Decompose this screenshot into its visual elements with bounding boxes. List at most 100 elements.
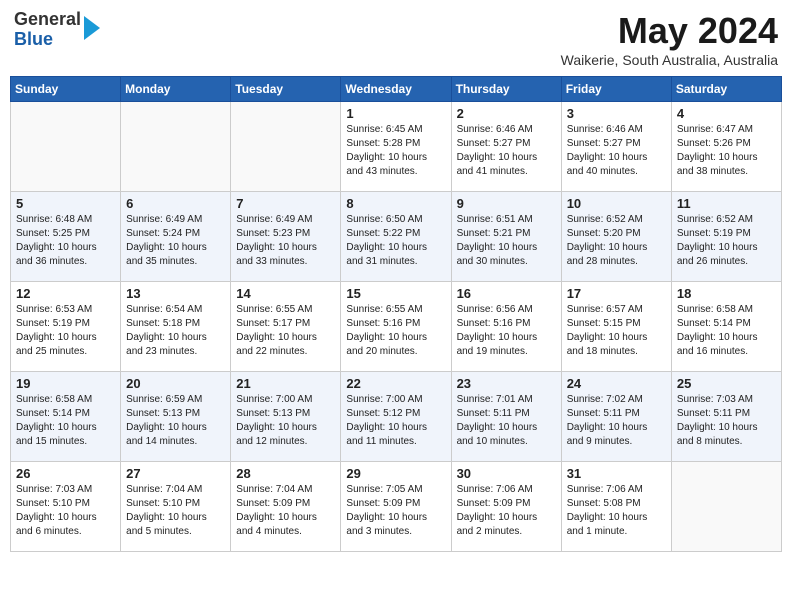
calendar-cell: 21 Sunrise: 7:00 AMSunset: 5:13 PMDayligh…	[231, 372, 341, 462]
day-number: 27	[126, 466, 225, 481]
calendar-cell: 16 Sunrise: 6:56 AMSunset: 5:16 PMDayligh…	[451, 282, 561, 372]
calendar-cell: 15Sunrise: 6:55 AMSunset: 5:16 PMDayligh…	[341, 282, 451, 372]
day-info: Sunrise: 7:00 AMSunset: 5:13 PMDaylight:…	[236, 393, 335, 449]
calendar-cell: 14 Sunrise: 6:55 AMSunset: 5:17 PMDayligh…	[231, 282, 341, 372]
calendar-cell: 23 Sunrise: 7:01 AMSunset: 5:11 PMDayligh…	[451, 372, 561, 462]
calendar-cell: 9 Sunrise: 6:51 AMSunset: 5:21 PMDaylight…	[451, 192, 561, 282]
day-number: 17	[567, 286, 666, 301]
day-number: 22	[346, 376, 445, 391]
calendar-cell: 17 Sunrise: 6:57 AMSunset: 5:15 PMDayligh…	[561, 282, 671, 372]
calendar-cell: 22Sunrise: 7:00 AMSunset: 5:12 PMDayligh…	[341, 372, 451, 462]
weekday-header-tuesday: Tuesday	[231, 77, 341, 102]
day-info: Sunrise: 6:56 AMSunset: 5:16 PMDaylight:…	[457, 303, 556, 359]
day-info: Sunrise: 6:59 AMSunset: 5:13 PMDaylight:…	[126, 393, 225, 449]
calendar-cell: 5 Sunrise: 6:48 AMSunset: 5:25 PMDaylight…	[11, 192, 121, 282]
day-info: Sunrise: 6:57 AMSunset: 5:15 PMDaylight:…	[567, 303, 666, 359]
day-number: 6	[126, 196, 225, 211]
day-number: 1	[346, 106, 445, 121]
day-info: Sunrise: 7:04 AMSunset: 5:10 PMDaylight:…	[126, 483, 225, 539]
day-info: Sunrise: 7:01 AMSunset: 5:11 PMDaylight:…	[457, 393, 556, 449]
weekday-header-saturday: Saturday	[671, 77, 781, 102]
weekday-header-monday: Monday	[121, 77, 231, 102]
calendar-cell: 10 Sunrise: 6:52 AMSunset: 5:20 PMDayligh…	[561, 192, 671, 282]
day-info: Sunrise: 6:58 AMSunset: 5:14 PMDaylight:…	[16, 393, 115, 449]
day-info: Sunrise: 7:04 AMSunset: 5:09 PMDaylight:…	[236, 483, 335, 539]
day-info: Sunrise: 6:47 AMSunset: 5:26 PMDaylight:…	[677, 123, 776, 179]
day-number: 29	[346, 466, 445, 481]
day-number: 2	[457, 106, 556, 121]
day-number: 18	[677, 286, 776, 301]
day-info: Sunrise: 6:48 AMSunset: 5:25 PMDaylight:…	[16, 213, 115, 269]
weekday-header-thursday: Thursday	[451, 77, 561, 102]
day-info: Sunrise: 7:03 AMSunset: 5:11 PMDaylight:…	[677, 393, 776, 449]
day-number: 23	[457, 376, 556, 391]
title-block: May 2024 Waikerie, South Australia, Aust…	[561, 10, 778, 68]
day-number: 24	[567, 376, 666, 391]
week-row-5: 26Sunrise: 7:03 AMSunset: 5:10 PMDayligh…	[11, 462, 782, 552]
logo: General Blue	[14, 10, 100, 50]
calendar-cell: 18 Sunrise: 6:58 AMSunset: 5:14 PMDayligh…	[671, 282, 781, 372]
day-number: 7	[236, 196, 335, 211]
day-number: 14	[236, 286, 335, 301]
day-info: Sunrise: 6:49 AMSunset: 5:23 PMDaylight:…	[236, 213, 335, 269]
week-row-4: 19 Sunrise: 6:58 AMSunset: 5:14 PMDayligh…	[11, 372, 782, 462]
day-number: 31	[567, 466, 666, 481]
day-number: 30	[457, 466, 556, 481]
month-title: May 2024	[561, 10, 778, 52]
day-number: 25	[677, 376, 776, 391]
day-info: Sunrise: 6:50 AMSunset: 5:22 PMDaylight:…	[346, 213, 445, 269]
logo-blue: Blue	[14, 29, 53, 49]
day-number: 8	[346, 196, 445, 211]
location-subtitle: Waikerie, South Australia, Australia	[561, 52, 778, 68]
day-info: Sunrise: 6:51 AMSunset: 5:21 PMDaylight:…	[457, 213, 556, 269]
day-number: 13	[126, 286, 225, 301]
calendar-cell: 29 Sunrise: 7:05 AMSunset: 5:09 PMDayligh…	[341, 462, 451, 552]
day-number: 28	[236, 466, 335, 481]
weekday-header-wednesday: Wednesday	[341, 77, 451, 102]
calendar-cell: 24Sunrise: 7:02 AMSunset: 5:11 PMDayligh…	[561, 372, 671, 462]
day-number: 19	[16, 376, 115, 391]
day-info: Sunrise: 7:05 AMSunset: 5:09 PMDaylight:…	[346, 483, 445, 539]
day-number: 21	[236, 376, 335, 391]
calendar-cell: 30Sunrise: 7:06 AMSunset: 5:09 PMDayligh…	[451, 462, 561, 552]
calendar-cell: 2 Sunrise: 6:46 AMSunset: 5:27 PMDaylight…	[451, 102, 561, 192]
calendar-table: SundayMondayTuesdayWednesdayThursdayFrid…	[10, 76, 782, 552]
calendar-cell: 11Sunrise: 6:52 AMSunset: 5:19 PMDayligh…	[671, 192, 781, 282]
day-info: Sunrise: 6:46 AMSunset: 5:27 PMDaylight:…	[457, 123, 556, 179]
calendar-cell: 27 Sunrise: 7:04 AMSunset: 5:10 PMDayligh…	[121, 462, 231, 552]
logo-arrow-icon	[84, 16, 100, 40]
day-number: 26	[16, 466, 115, 481]
day-info: Sunrise: 6:55 AMSunset: 5:17 PMDaylight:…	[236, 303, 335, 359]
calendar-cell: 3 Sunrise: 6:46 AMSunset: 5:27 PMDaylight…	[561, 102, 671, 192]
calendar-cell	[121, 102, 231, 192]
day-number: 16	[457, 286, 556, 301]
day-number: 12	[16, 286, 115, 301]
day-info: Sunrise: 7:06 AMSunset: 5:08 PMDaylight:…	[567, 483, 666, 539]
calendar-cell: 26Sunrise: 7:03 AMSunset: 5:10 PMDayligh…	[11, 462, 121, 552]
day-info: Sunrise: 6:46 AMSunset: 5:27 PMDaylight:…	[567, 123, 666, 179]
day-number: 3	[567, 106, 666, 121]
calendar-cell: 31 Sunrise: 7:06 AMSunset: 5:08 PMDayligh…	[561, 462, 671, 552]
day-number: 9	[457, 196, 556, 211]
weekday-header-friday: Friday	[561, 77, 671, 102]
day-number: 11	[677, 196, 776, 211]
calendar-cell	[231, 102, 341, 192]
calendar-cell: 4Sunrise: 6:47 AMSunset: 5:26 PMDaylight…	[671, 102, 781, 192]
day-number: 5	[16, 196, 115, 211]
week-row-3: 12 Sunrise: 6:53 AMSunset: 5:19 PMDayligh…	[11, 282, 782, 372]
day-number: 10	[567, 196, 666, 211]
calendar-cell: 6 Sunrise: 6:49 AMSunset: 5:24 PMDaylight…	[121, 192, 231, 282]
calendar-cell: 20Sunrise: 6:59 AMSunset: 5:13 PMDayligh…	[121, 372, 231, 462]
logo-general: General	[14, 9, 81, 29]
day-info: Sunrise: 6:53 AMSunset: 5:19 PMDaylight:…	[16, 303, 115, 359]
day-info: Sunrise: 6:58 AMSunset: 5:14 PMDaylight:…	[677, 303, 776, 359]
day-number: 15	[346, 286, 445, 301]
calendar-cell: 28 Sunrise: 7:04 AMSunset: 5:09 PMDayligh…	[231, 462, 341, 552]
day-info: Sunrise: 6:45 AMSunset: 5:28 PMDaylight:…	[346, 123, 445, 179]
calendar-cell	[11, 102, 121, 192]
day-info: Sunrise: 6:49 AMSunset: 5:24 PMDaylight:…	[126, 213, 225, 269]
day-info: Sunrise: 6:52 AMSunset: 5:20 PMDaylight:…	[567, 213, 666, 269]
day-info: Sunrise: 6:54 AMSunset: 5:18 PMDaylight:…	[126, 303, 225, 359]
calendar-cell	[671, 462, 781, 552]
calendar-cell: 12 Sunrise: 6:53 AMSunset: 5:19 PMDayligh…	[11, 282, 121, 372]
